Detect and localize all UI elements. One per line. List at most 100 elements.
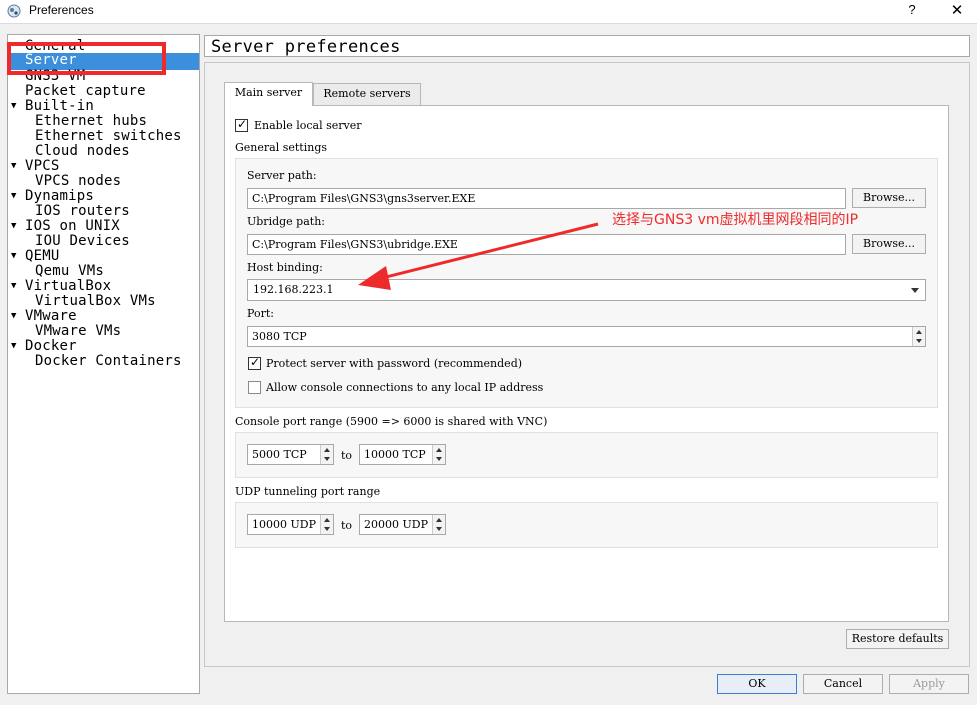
console-port-range-label: Console port range (5900 => 6000 is shar… [235, 415, 548, 428]
udp-to-label: to [341, 519, 353, 532]
console-port-to-spinbox[interactable]: 10000 TCP [359, 444, 446, 465]
console-port-from-spinbox[interactable]: 5000 TCP [247, 444, 334, 465]
tree-item-packet-capture[interactable]: Packet capture [8, 84, 199, 99]
up-arrow-icon [324, 518, 330, 522]
checkmark-icon: ✓ [237, 117, 248, 131]
tree-item-label: Ethernet switches [35, 128, 182, 144]
tree-item-label: Cloud nodes [35, 143, 130, 159]
general-settings-label: General settings [235, 141, 328, 154]
ok-button[interactable]: OK [717, 674, 797, 694]
restore-defaults-button[interactable]: Restore defaults [846, 629, 949, 649]
tree-item-virtualbox-vms[interactable]: VirtualBox VMs [8, 294, 199, 309]
tree-item-docker-containers[interactable]: Docker Containers [8, 354, 199, 369]
help-button[interactable]: ? [904, 2, 920, 20]
tab-remote-servers[interactable]: Remote servers [313, 83, 421, 105]
expand-arrow-icon[interactable]: ▼ [11, 339, 17, 354]
tree-item-label: VPCS [25, 158, 60, 174]
close-button[interactable]: ✕ [948, 1, 966, 21]
udp-port-range-label: UDP tunneling port range [235, 485, 381, 498]
tree-item-label: VMware [25, 308, 77, 324]
cancel-button[interactable]: Cancel [803, 674, 883, 694]
expand-arrow-icon[interactable]: ▼ [11, 309, 17, 324]
preferences-tree[interactable]: General Server GNS3 VM Packet capture ▼ Built… [7, 34, 200, 694]
udp-from-stepper[interactable] [320, 515, 333, 534]
tree-item-virtualbox[interactable]: ▼ VirtualBox [8, 279, 199, 294]
expand-arrow-icon[interactable]: ▼ [11, 279, 17, 294]
console-port-from-value: 5000 TCP [252, 448, 307, 461]
expand-arrow-icon[interactable]: ▼ [11, 159, 17, 174]
tree-item-label: IOU Devices [35, 233, 130, 249]
port-label: Port: [247, 307, 274, 320]
down-arrow-icon [436, 527, 442, 531]
tree-item-qemu[interactable]: ▼ QEMU [8, 249, 199, 264]
tree-item-label: Qemu VMs [35, 263, 105, 279]
allow-console-checkbox[interactable] [248, 381, 261, 394]
protect-server-label: Protect server with password (recommende… [266, 357, 523, 370]
tree-item-ethernet-switches[interactable]: Ethernet switches [8, 129, 199, 144]
server-path-input[interactable]: C:\Program Files\GNS3\gns3server.EXE [247, 188, 846, 209]
tree-item-vmware-vms[interactable]: VMware VMs [8, 324, 199, 339]
udp-to-stepper[interactable] [432, 515, 445, 534]
port-stepper[interactable] [912, 327, 925, 346]
tree-item-docker[interactable]: ▼ Docker [8, 339, 199, 354]
window-title: Preferences [29, 3, 94, 17]
tree-item-ethernet-hubs[interactable]: Ethernet hubs [8, 114, 199, 129]
port-value: 3080 TCP [252, 330, 307, 343]
udp-port-to-value: 20000 UDP [364, 518, 428, 531]
ubridge-path-browse-button[interactable]: Browse... [852, 234, 926, 254]
down-arrow-icon [436, 457, 442, 461]
udp-port-from-spinbox[interactable]: 10000 UDP [247, 514, 334, 535]
console-port-to-value: 10000 TCP [364, 448, 426, 461]
tree-item-label: Built-in [25, 98, 95, 114]
tree-item-qemu-vms[interactable]: Qemu VMs [8, 264, 199, 279]
up-arrow-icon [324, 448, 330, 452]
expand-arrow-icon[interactable]: ▼ [11, 99, 17, 114]
allow-console-label: Allow console connections to any local I… [266, 381, 544, 394]
udp-port-to-spinbox[interactable]: 20000 UDP [359, 514, 446, 535]
tree-item-label: IOS routers [35, 203, 130, 219]
apply-button[interactable]: Apply [889, 674, 969, 694]
host-binding-value: 192.168.223.1 [253, 283, 334, 296]
pane-header: Server preferences [204, 35, 970, 57]
host-binding-select[interactable]: 192.168.223.1 [247, 279, 926, 301]
tree-item-dynamips[interactable]: ▼ Dynamips [8, 189, 199, 204]
console-to-stepper[interactable] [432, 445, 445, 464]
protect-server-checkbox[interactable]: ✓ [248, 355, 261, 370]
tree-item-vpcs-nodes[interactable]: VPCS nodes [8, 174, 199, 189]
checkmark-icon: ✓ [250, 355, 261, 369]
up-arrow-icon [436, 518, 442, 522]
udp-port-from-value: 10000 UDP [252, 518, 316, 531]
tree-item-label: Docker Containers [35, 353, 182, 369]
tree-item-iou-devices[interactable]: IOU Devices [8, 234, 199, 249]
expand-arrow-icon[interactable]: ▼ [11, 189, 17, 204]
ubridge-path-label: Ubridge path: [247, 215, 325, 228]
tree-item-label: VPCS nodes [35, 173, 122, 189]
tree-item-vmware[interactable]: ▼ VMware [8, 309, 199, 324]
tab-main-server[interactable]: Main server [224, 82, 313, 106]
expand-arrow-icon[interactable]: ▼ [11, 219, 17, 234]
title-bar: Preferences ? ✕ [0, 0, 977, 24]
tree-item-label: Docker [25, 338, 77, 354]
pane-title: Server preferences [211, 37, 401, 57]
ubridge-path-input[interactable]: C:\Program Files\GNS3\ubridge.EXE [247, 234, 846, 255]
tree-item-ios-on-unix[interactable]: ▼ IOS on UNIX [8, 219, 199, 234]
tree-item-built-in[interactable]: ▼ Built-in [8, 99, 199, 114]
gns3-app-icon [7, 4, 21, 18]
tree-item-vpcs[interactable]: ▼ VPCS [8, 159, 199, 174]
tree-item-label: IOS on UNIX [25, 218, 120, 234]
enable-local-server-checkbox[interactable]: ✓ [235, 117, 248, 132]
tree-item-label: VirtualBox [25, 278, 112, 294]
down-arrow-icon [916, 339, 922, 343]
expand-arrow-icon[interactable]: ▼ [11, 249, 17, 264]
server-path-label: Server path: [247, 169, 317, 182]
tree-item-label: VMware VMs [35, 323, 122, 339]
tree-item-gns3-vm[interactable]: GNS3 VM [8, 69, 199, 84]
tree-item-cloud-nodes[interactable]: Cloud nodes [8, 144, 199, 159]
tree-item-ios-routers[interactable]: IOS routers [8, 204, 199, 219]
tree-item-label: Packet capture [25, 83, 146, 99]
tree-item-label: VirtualBox VMs [35, 293, 156, 309]
host-binding-label: Host binding: [247, 261, 323, 274]
server-path-browse-button[interactable]: Browse... [852, 188, 926, 208]
console-from-stepper[interactable] [320, 445, 333, 464]
port-spinbox[interactable]: 3080 TCP [247, 326, 926, 347]
